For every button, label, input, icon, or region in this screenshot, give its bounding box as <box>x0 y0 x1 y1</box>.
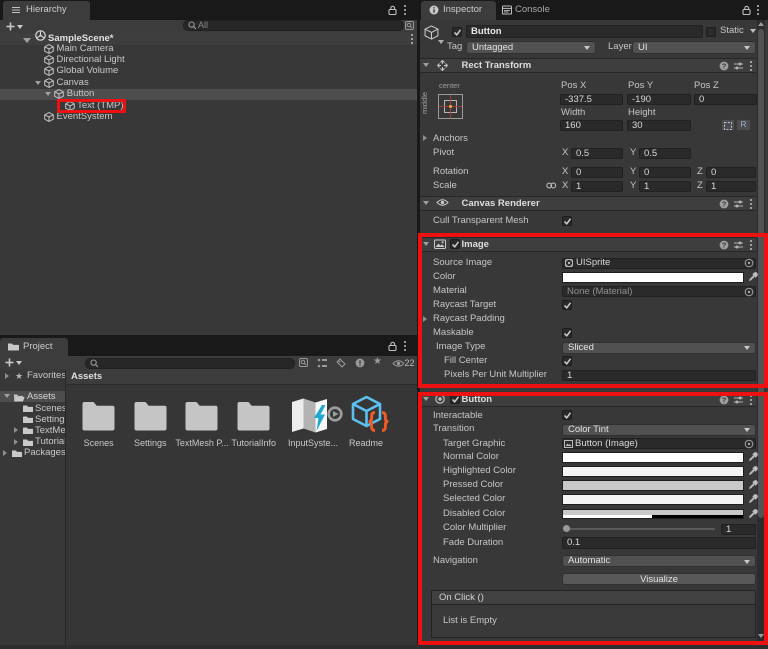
svg-text:?: ? <box>722 199 727 208</box>
svg-text:?: ? <box>722 61 727 70</box>
